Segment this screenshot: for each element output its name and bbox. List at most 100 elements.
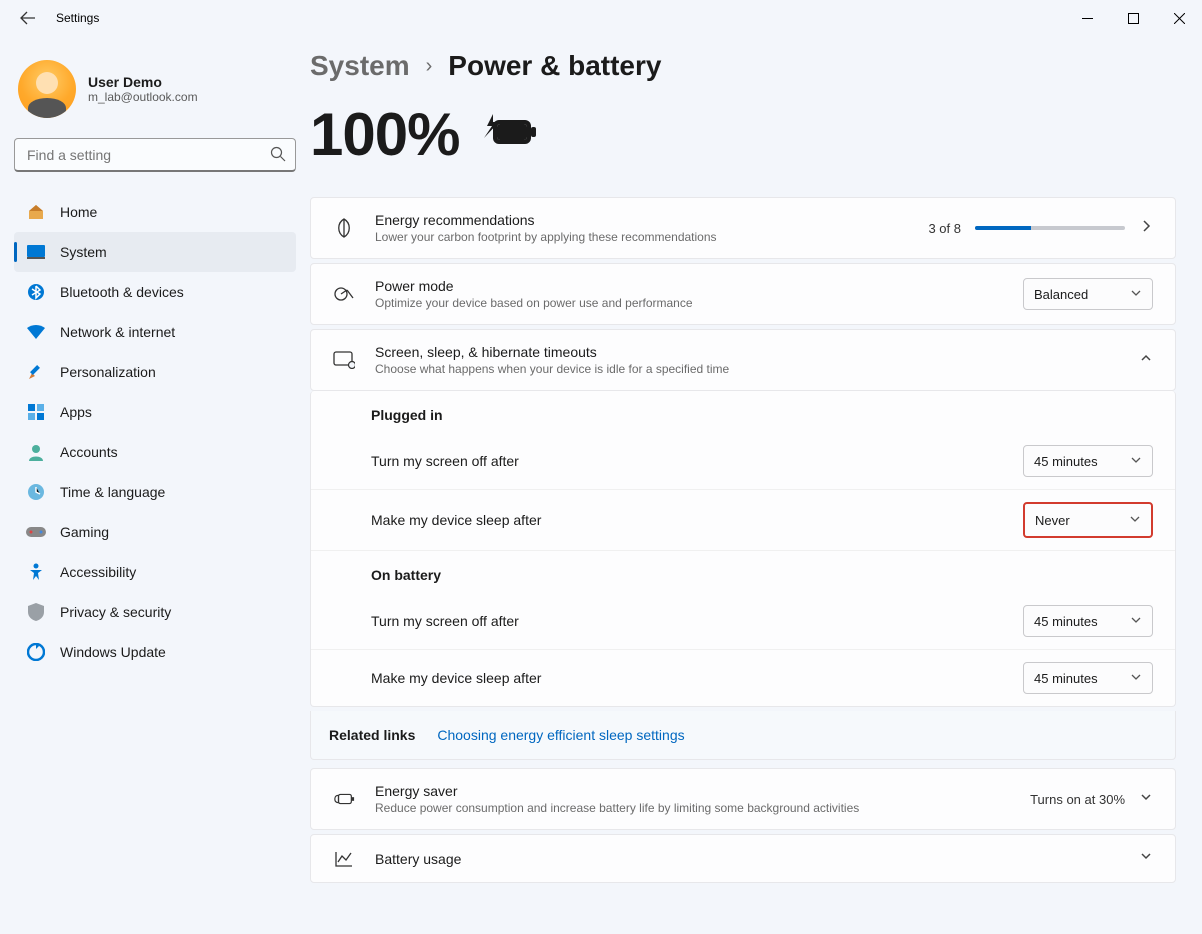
bluetooth-icon — [26, 282, 46, 302]
nav-label: Time & language — [60, 484, 165, 500]
nav-bluetooth[interactable]: Bluetooth & devices — [14, 272, 296, 312]
power-mode-sub: Optimize your device based on power use … — [375, 296, 693, 310]
option-label: Turn my screen off after — [371, 613, 519, 629]
on-battery-header: On battery — [311, 551, 1175, 593]
nav-label: Personalization — [60, 364, 156, 380]
avatar — [18, 60, 76, 118]
timeouts-title: Screen, sleep, & hibernate timeouts — [375, 344, 729, 360]
nav-accessibility[interactable]: Accessibility — [14, 552, 296, 592]
power-mode-row: Power mode Optimize your device based on… — [311, 264, 1175, 324]
nav-personalization[interactable]: Personalization — [14, 352, 296, 392]
battery-percent: 100% — [310, 100, 459, 169]
energy-saver-status: Turns on at 30% — [1030, 792, 1125, 807]
chevron-down-icon[interactable] — [1139, 790, 1153, 809]
nav-label: Privacy & security — [60, 604, 171, 620]
leaf-icon — [333, 217, 355, 239]
nav-label: Home — [60, 204, 97, 220]
close-icon — [1174, 13, 1185, 24]
wifi-icon — [26, 322, 46, 342]
breadcrumb-parent[interactable]: System — [310, 50, 410, 82]
search-icon — [270, 146, 286, 167]
nav-gaming[interactable]: Gaming — [14, 512, 296, 552]
option-label: Make my device sleep after — [371, 670, 541, 686]
power-mode-select[interactable]: Balanced — [1023, 278, 1153, 310]
option-label: Make my device sleep after — [371, 512, 541, 528]
shield-icon — [26, 602, 46, 622]
chevron-down-icon — [1130, 287, 1142, 302]
back-arrow-icon — [20, 10, 36, 26]
timeouts-row[interactable]: Screen, sleep, & hibernate timeouts Choo… — [311, 330, 1175, 390]
chevron-down-icon — [1130, 671, 1142, 686]
chevron-down-icon — [1130, 614, 1142, 629]
power-mode-title: Power mode — [375, 278, 693, 294]
accessibility-icon — [26, 562, 46, 582]
energy-recommendations-row[interactable]: Energy recommendations Lower your carbon… — [311, 198, 1175, 258]
nav-apps[interactable]: Apps — [14, 392, 296, 432]
energy-saver-sub: Reduce power consumption and increase ba… — [375, 801, 859, 815]
nav-label: Accessibility — [60, 564, 136, 580]
system-icon — [26, 242, 46, 262]
maximize-icon — [1128, 13, 1139, 24]
select-value: Balanced — [1034, 287, 1088, 302]
gamepad-icon — [26, 522, 46, 542]
battery-usage-row[interactable]: Battery usage — [311, 835, 1175, 882]
minimize-icon — [1082, 13, 1093, 24]
chevron-right-icon: › — [426, 55, 433, 78]
nav-label: Gaming — [60, 524, 109, 540]
search-input[interactable] — [14, 138, 296, 172]
battery-charging-icon — [481, 114, 537, 155]
plugged-sleep-select[interactable]: Never — [1023, 502, 1153, 538]
energy-rec-progress — [975, 226, 1125, 230]
nav-system[interactable]: System — [14, 232, 296, 272]
nav-network[interactable]: Network & internet — [14, 312, 296, 352]
energy-rec-title: Energy recommendations — [375, 212, 717, 228]
breadcrumb: System › Power & battery — [310, 50, 1176, 82]
home-icon — [26, 202, 46, 222]
option-label: Turn my screen off after — [371, 453, 519, 469]
chevron-down-icon[interactable] — [1139, 849, 1153, 868]
select-value: 45 minutes — [1034, 614, 1098, 629]
battery-screen-off-select[interactable]: 45 minutes — [1023, 605, 1153, 637]
plugged-screen-off-select[interactable]: 45 minutes — [1023, 445, 1153, 477]
back-button[interactable] — [12, 2, 44, 34]
clock-icon — [26, 482, 46, 502]
apps-icon — [26, 402, 46, 422]
related-links-header: Related links — [329, 727, 415, 743]
energy-saver-icon — [333, 791, 355, 807]
battery-screen-off-row: Turn my screen off after 45 minutes — [311, 593, 1175, 650]
chevron-down-icon — [1130, 454, 1142, 469]
nav-accounts[interactable]: Accounts — [14, 432, 296, 472]
battery-sleep-row: Make my device sleep after 45 minutes — [311, 650, 1175, 706]
energy-saver-row[interactable]: Energy saver Reduce power consumption an… — [311, 769, 1175, 829]
user-name: User Demo — [88, 74, 198, 90]
user-email: m_lab@outlook.com — [88, 90, 198, 104]
nav-privacy[interactable]: Privacy & security — [14, 592, 296, 632]
related-link[interactable]: Choosing energy efficient sleep settings — [437, 727, 684, 743]
energy-rec-sub: Lower your carbon footprint by applying … — [375, 230, 717, 244]
screen-icon — [333, 351, 355, 369]
energy-saver-title: Energy saver — [375, 783, 859, 799]
nav-label: Accounts — [60, 444, 118, 460]
chevron-right-icon — [1139, 219, 1153, 238]
person-icon — [26, 442, 46, 462]
nav-update[interactable]: Windows Update — [14, 632, 296, 672]
chevron-up-icon[interactable] — [1139, 351, 1153, 370]
plugged-sleep-row: Make my device sleep after Never — [311, 490, 1175, 551]
nav-label: System — [60, 244, 107, 260]
minimize-button[interactable] — [1064, 0, 1110, 36]
nav-label: Windows Update — [60, 644, 166, 660]
nav-label: Apps — [60, 404, 92, 420]
nav-time[interactable]: Time & language — [14, 472, 296, 512]
close-button[interactable] — [1156, 0, 1202, 36]
chart-icon — [333, 850, 355, 868]
nav-home[interactable]: Home — [14, 192, 296, 232]
energy-rec-count: 3 of 8 — [928, 221, 961, 236]
update-icon — [26, 642, 46, 662]
maximize-button[interactable] — [1110, 0, 1156, 36]
battery-sleep-select[interactable]: 45 minutes — [1023, 662, 1153, 694]
brush-icon — [26, 362, 46, 382]
user-profile[interactable]: User Demo m_lab@outlook.com — [14, 54, 296, 136]
plugged-screen-off-row: Turn my screen off after 45 minutes — [311, 433, 1175, 490]
search-box[interactable] — [14, 138, 296, 172]
plugged-in-header: Plugged in — [311, 391, 1175, 433]
